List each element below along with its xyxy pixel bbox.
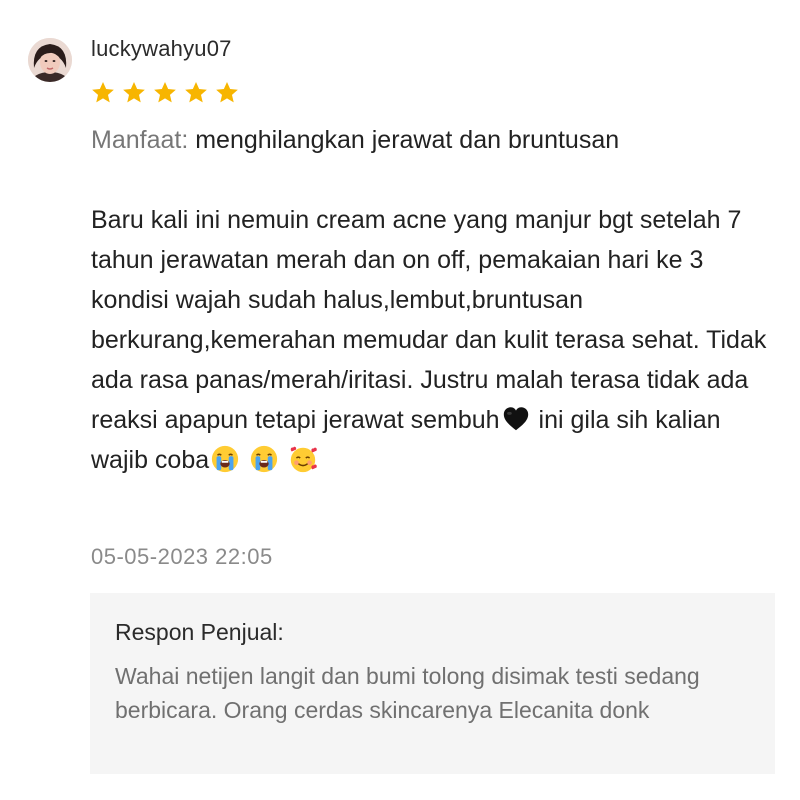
- smiling-face-with-hearts-icon: [290, 446, 317, 473]
- review-body: Manfaat: menghilangkan jerawat dan brunt…: [91, 120, 781, 480]
- benefit-value: menghilangkan jerawat dan bruntusan: [195, 126, 620, 154]
- benefit-line: Manfaat: menghilangkan jerawat dan brunt…: [91, 120, 781, 160]
- star-icon: [123, 81, 145, 103]
- rating-stars: [90, 80, 240, 106]
- loudly-crying-face-icon: [250, 445, 278, 473]
- reviewer-username[interactable]: luckywahyu07: [91, 36, 232, 62]
- black-heart-icon: [503, 407, 528, 431]
- star-icon: [154, 81, 176, 103]
- seller-response-title: Respon Penjual:: [115, 619, 284, 645]
- star-icon: [216, 81, 238, 103]
- reviewer-avatar[interactable]: [28, 38, 72, 82]
- review-text: Baru kali ini nemuin cream acne yang man…: [91, 200, 781, 480]
- star-icon: [185, 81, 207, 103]
- review-text-main: Baru kali ini nemuin cream acne yang man…: [91, 206, 767, 434]
- review-timestamp: 05-05-2023 22:05: [91, 544, 273, 569]
- star-icon: [92, 81, 114, 103]
- loudly-crying-face-icon: [212, 445, 239, 473]
- benefit-label: Manfaat:: [91, 126, 189, 154]
- seller-response-box: Respon Penjual: Wahai netijen langit dan…: [90, 593, 775, 774]
- seller-response-text: Wahai netijen langit dan bumi tolong dis…: [115, 663, 700, 723]
